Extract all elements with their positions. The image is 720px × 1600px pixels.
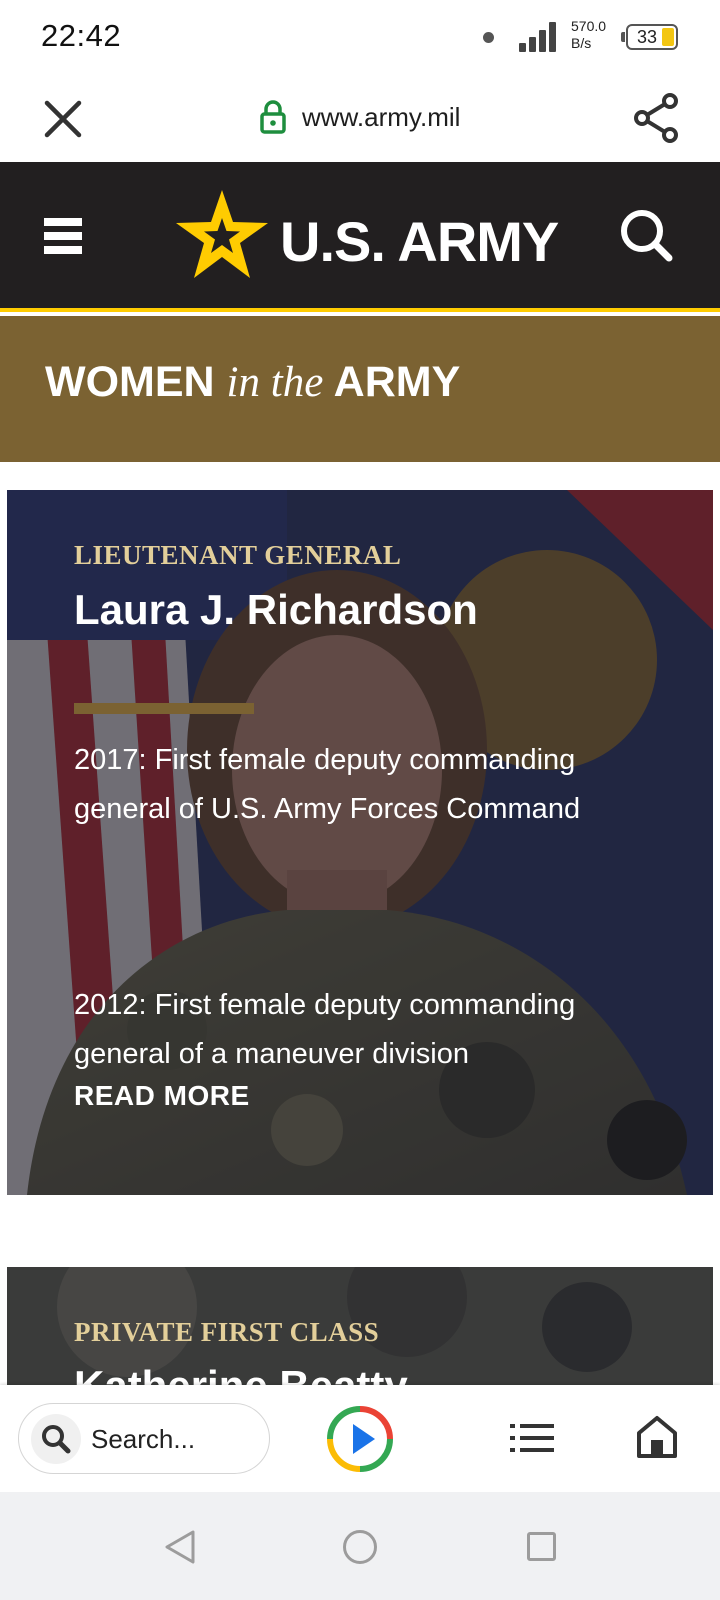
site-header: U.S. ARMY [0,162,720,312]
banner-word-in-the: in the [226,359,324,406]
banner-word-women: WOMEN [45,358,215,406]
gold-divider [74,703,254,714]
share-icon[interactable] [632,92,682,144]
dot-icon [483,32,494,43]
recents-icon[interactable] [527,1532,556,1561]
browser-url-bar: www.army.mil [0,76,720,162]
home-icon[interactable] [636,1415,678,1459]
status-time: 22:42 [41,18,122,53]
section-banner: WOMEN in the ARMY [0,316,720,462]
read-more-link[interactable]: READ MORE [74,1080,250,1112]
menu-icon[interactable] [44,218,82,254]
battery-level: 33 [636,27,658,47]
network-speed-unit: B/s [571,35,592,51]
url-text[interactable]: www.army.mil [302,102,460,133]
rank-label: PRIVATE FIRST CLASS [74,1317,380,1347]
site-title[interactable]: U.S. ARMY [280,209,559,274]
person-name[interactable]: Katherine Beatty [74,1362,408,1385]
close-icon[interactable] [40,96,86,142]
browser-toolbar: Search... [0,1385,720,1492]
banner-word-army: ARMY [333,358,461,406]
person-name[interactable]: Laura J. Richardson [74,586,478,634]
status-bar: 22:42 570.0 B/s 33 [0,0,720,76]
play-icon[interactable] [326,1405,394,1473]
network-speed-value: 570.0 [571,18,607,34]
banner-title: WOMEN in the ARMY [45,358,460,407]
search-input[interactable]: Search... [18,1403,270,1474]
search-placeholder: Search... [91,1424,196,1454]
feature-card-next[interactable]: PRIVATE FIRST CLASS Katherine Beatty [7,1267,713,1385]
back-icon[interactable] [162,1528,198,1566]
rank-label: LIEUTENANT GENERAL [74,540,402,570]
milestone-text: 2017: First female deputy commanding gen… [74,744,581,825]
milestone-text: 2012: First female deputy commanding gen… [74,989,576,1070]
home-circle-icon[interactable] [343,1530,377,1564]
system-nav-bar [0,1492,720,1600]
lock-icon [260,100,286,134]
feature-card[interactable]: LIEUTENANT GENERAL Laura J. Richardson 2… [7,490,713,1195]
list-icon[interactable] [510,1421,554,1455]
search-icon[interactable] [617,208,677,264]
search-icon [31,1414,81,1464]
network-speed: 570.0 B/s [571,18,621,52]
signal-icon [519,22,557,52]
army-star-logo[interactable] [176,190,268,278]
battery-icon: 33 [621,24,678,50]
